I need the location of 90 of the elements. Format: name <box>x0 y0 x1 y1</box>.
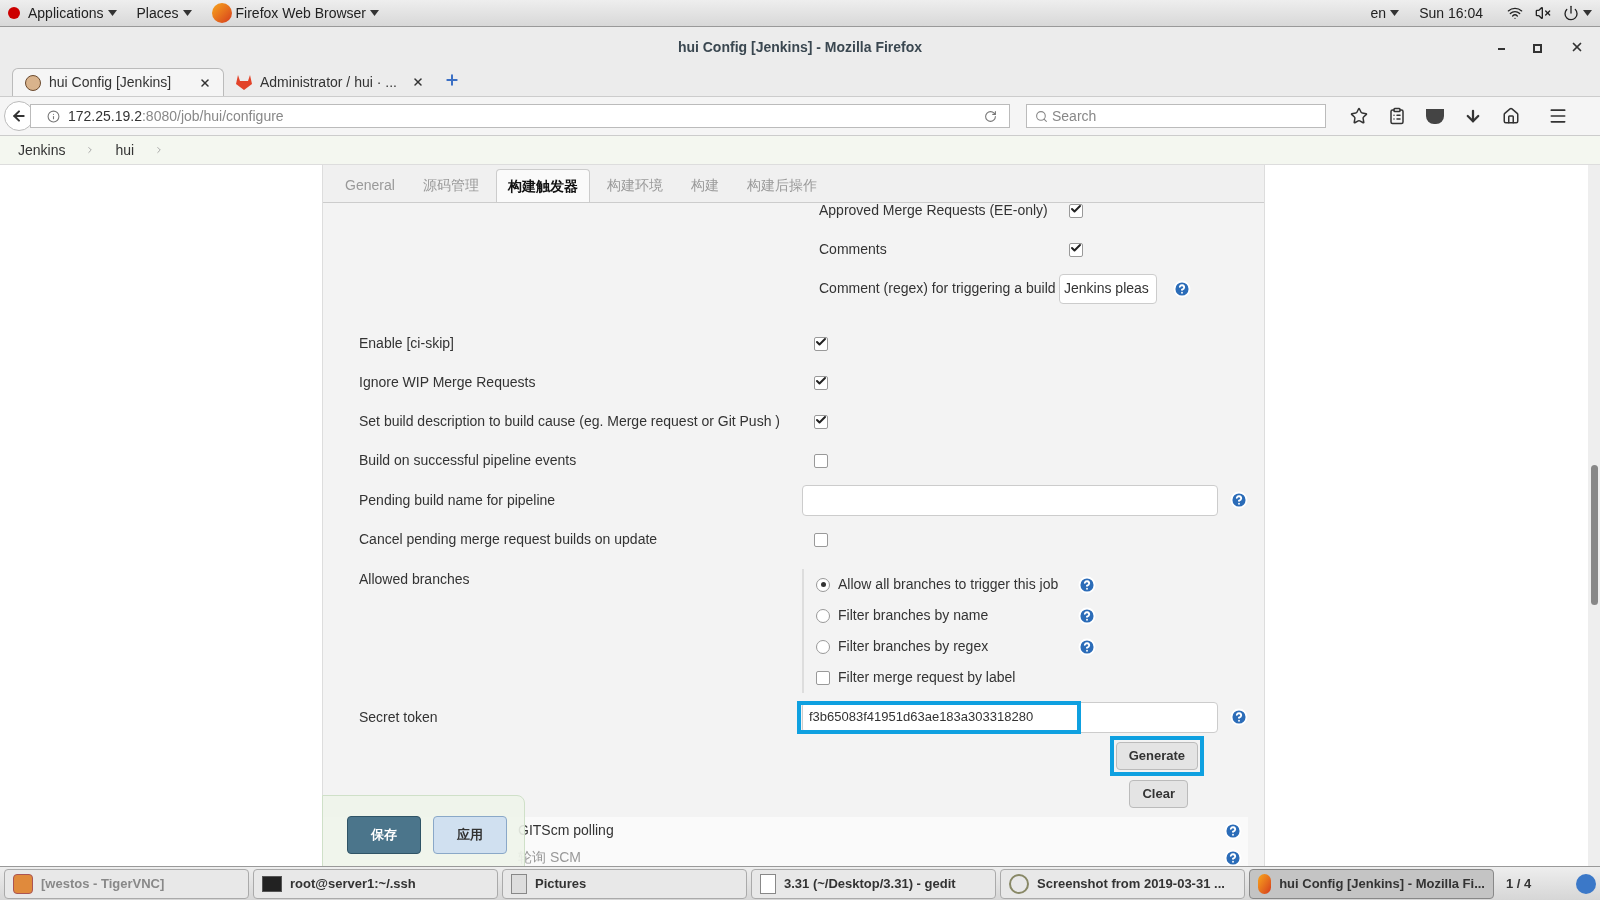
checkbox[interactable] <box>814 375 828 390</box>
power-icon <box>1563 5 1579 21</box>
checkbox[interactable] <box>814 453 828 468</box>
action-button[interactable]: Generate <box>1115 742 1198 770</box>
help-icon[interactable] <box>1230 708 1248 726</box>
radio-button[interactable] <box>816 639 830 654</box>
scrollbar-thumb[interactable] <box>1590 465 1598 605</box>
menu-icon[interactable] <box>1548 106 1568 126</box>
text-field[interactable] <box>802 484 1218 516</box>
taskbar-item[interactable]: Pictures <box>502 868 747 899</box>
wifi-icon <box>1507 5 1523 21</box>
close-icon[interactable] <box>412 76 424 88</box>
reload-icon[interactable] <box>984 109 997 123</box>
radio-label: Filter branches by regex <box>838 637 990 656</box>
option-label: GITScm polling <box>518 821 614 840</box>
taskbar-item[interactable]: root@server1:~/.ssh <box>253 868 498 899</box>
option-label: Ignore WIP Merge Requests <box>359 373 537 392</box>
top-menu[interactable]: Firefox Web Browser <box>211 2 379 24</box>
taskbar-item[interactable]: Screenshot from 2019-03-31 ... <box>1000 868 1245 899</box>
checkbox[interactable] <box>814 336 828 351</box>
help-icon[interactable] <box>1224 848 1242 866</box>
info-icon <box>47 109 60 123</box>
address-field[interactable]: 172.25.19.2:8080/job/hui/configure <box>30 104 1010 128</box>
browser-tab[interactable]: hui Config [Jenkins] <box>12 68 224 96</box>
clock: Sun 16:04 <box>1419 3 1483 23</box>
checkbox[interactable] <box>814 532 828 547</box>
taskbar-item[interactable]: hui Config [Jenkins] - Mozilla Fi... <box>1249 868 1494 899</box>
reading-list-icon[interactable] <box>1388 107 1406 125</box>
save-bar-button[interactable]: 保存 <box>347 816 421 854</box>
maximize-button[interactable] <box>1533 44 1542 53</box>
language-menu[interactable]: en <box>1370 2 1400 24</box>
caret-icon <box>1583 10 1592 16</box>
terminal-icon <box>262 875 282 892</box>
action-button[interactable]: Clear <box>1129 780 1188 808</box>
new-tab-icon[interactable] <box>444 72 460 88</box>
save-bar-button[interactable]: 应用 <box>433 816 507 854</box>
breadcrumb-link[interactable]: Jenkins <box>18 139 66 161</box>
help-icon[interactable] <box>1224 821 1242 840</box>
window-title: hui Config [Jenkins] - Mozilla Firefox <box>677 37 923 57</box>
close-icon[interactable] <box>1570 40 1584 54</box>
browser-tab[interactable]: Administrator / hui · ... <box>224 68 436 96</box>
help-icon[interactable] <box>1230 491 1248 509</box>
help-icon[interactable] <box>1078 606 1096 625</box>
option-label: Pending build name for pipeline <box>359 490 557 510</box>
option-label: Build on successful pipeline events <box>359 451 578 470</box>
token-value: f3b65083f41951d63ae183a303318280 <box>797 700 1081 734</box>
url-path: :8080/job/hui/configure <box>141 106 284 126</box>
text-field[interactable]: Jenkins pleas <box>1059 273 1157 304</box>
pocket-icon[interactable] <box>1426 108 1444 124</box>
radio-button[interactable] <box>816 577 830 592</box>
help-icon[interactable] <box>1173 279 1191 298</box>
help-icon[interactable] <box>1078 637 1096 656</box>
option-label: Comments <box>819 240 888 259</box>
section-tab[interactable]: 构建触发器 <box>495 169 590 202</box>
option-label: Enable [ci-skip] <box>359 334 455 353</box>
option-label: Allowed branches <box>359 570 471 589</box>
search-icon <box>1035 109 1048 123</box>
radio-label: Filter branches by name <box>838 606 990 625</box>
checkbox[interactable] <box>814 414 828 429</box>
option-label: 轮询 SCM <box>518 848 581 866</box>
top-menu[interactable]: Applications <box>28 2 117 24</box>
url-host: 172.25.19.2 <box>68 106 142 126</box>
cabinet-icon <box>511 873 527 894</box>
checkbox[interactable] <box>1069 242 1083 257</box>
caret-icon <box>107 10 117 16</box>
help-icon[interactable] <box>1078 575 1096 594</box>
bookmark-icon[interactable] <box>1350 107 1368 125</box>
notepad-icon <box>760 873 776 894</box>
search-field[interactable]: Search <box>1026 104 1326 128</box>
radio-label: Allow all branches to trigger this job <box>838 575 1060 594</box>
checkbox[interactable] <box>1069 203 1083 218</box>
caret-icon <box>182 10 192 16</box>
option-label: Set build description to build cause (eg. Merge request or Git Push ) <box>359 412 781 431</box>
checkbox[interactable] <box>816 670 830 685</box>
radio-button[interactable] <box>816 608 830 623</box>
caret-icon <box>1390 10 1400 16</box>
close-icon[interactable] <box>199 76 211 89</box>
muted-speaker-icon <box>1535 5 1551 21</box>
top-menu[interactable]: Places <box>136 2 192 24</box>
app-icon <box>13 873 33 894</box>
fox-icon <box>236 74 252 90</box>
workspace-pager[interactable]: 1 / 4 <box>1506 873 1532 894</box>
option-label: Approved Merge Requests (EE-only) <box>819 203 1049 220</box>
home-icon[interactable] <box>1502 107 1520 125</box>
breadcrumb-link[interactable]: hui <box>115 139 135 161</box>
option-label: Cancel pending merge request builds on update <box>359 530 659 549</box>
checkbox-label: Filter merge request by label <box>838 668 1016 687</box>
caret-icon <box>370 10 379 16</box>
taskbar-item[interactable]: 3.31 (~/Desktop/3.31) - gedit <box>751 868 996 899</box>
download-icon[interactable] <box>1464 107 1482 125</box>
